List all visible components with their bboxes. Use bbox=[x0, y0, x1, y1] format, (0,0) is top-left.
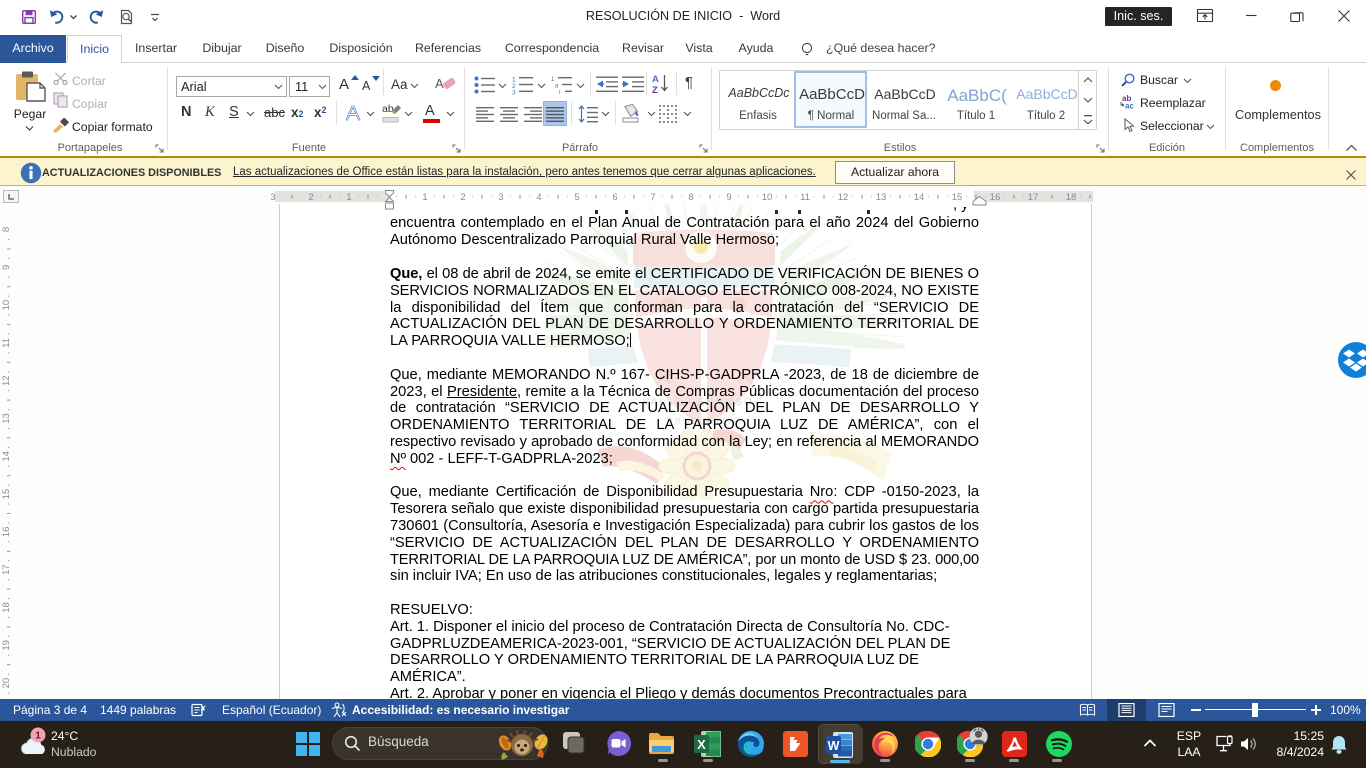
svg-text:15: 15 bbox=[952, 191, 963, 201]
svg-text:6: 6 bbox=[612, 191, 617, 201]
svg-text:A: A bbox=[435, 76, 444, 91]
svg-text:14: 14 bbox=[914, 191, 925, 201]
svg-text:W: W bbox=[828, 739, 840, 753]
svg-text:ac: ac bbox=[1125, 102, 1134, 110]
svg-text:1: 1 bbox=[551, 77, 555, 83]
svg-text:11: 11 bbox=[800, 191, 810, 201]
svg-text:Z: Z bbox=[652, 85, 658, 95]
svg-text:3: 3 bbox=[512, 90, 516, 96]
svg-text:12: 12 bbox=[1, 375, 12, 386]
svg-text:16: 16 bbox=[990, 191, 1001, 201]
svg-text:1: 1 bbox=[422, 191, 427, 201]
svg-text:3: 3 bbox=[270, 191, 275, 201]
svg-text:12: 12 bbox=[838, 191, 849, 201]
svg-text:20: 20 bbox=[1, 678, 12, 689]
svg-text:17: 17 bbox=[1028, 191, 1039, 201]
svg-text:8: 8 bbox=[688, 191, 693, 201]
svg-text:16: 16 bbox=[1, 527, 12, 538]
svg-text:5: 5 bbox=[574, 191, 579, 201]
svg-text:13: 13 bbox=[876, 191, 887, 201]
svg-text:a: a bbox=[555, 84, 559, 90]
svg-text:9: 9 bbox=[726, 191, 731, 201]
svg-text:ab: ab bbox=[382, 103, 394, 115]
svg-text:X: X bbox=[697, 737, 706, 752]
svg-text:4: 4 bbox=[536, 191, 541, 201]
svg-text:3: 3 bbox=[498, 191, 503, 201]
svg-text:2: 2 bbox=[308, 191, 313, 201]
svg-text:7: 7 bbox=[650, 191, 655, 201]
svg-text:2: 2 bbox=[460, 191, 465, 201]
svg-text:9: 9 bbox=[1, 265, 12, 270]
svg-text:19: 19 bbox=[1, 640, 12, 651]
svg-text:14: 14 bbox=[1, 451, 12, 462]
svg-text:17: 17 bbox=[1, 564, 12, 575]
svg-text:i: i bbox=[559, 90, 560, 95]
svg-text:18: 18 bbox=[1066, 191, 1077, 201]
svg-text:13: 13 bbox=[1, 413, 12, 424]
svg-text:10: 10 bbox=[762, 191, 773, 201]
svg-text:✘: ✘ bbox=[200, 704, 207, 713]
svg-text:10: 10 bbox=[1, 300, 12, 311]
svg-text:1: 1 bbox=[346, 191, 351, 201]
svg-text:8: 8 bbox=[1, 227, 12, 232]
svg-text:15: 15 bbox=[1, 489, 12, 500]
svg-text:1: 1 bbox=[35, 730, 41, 742]
svg-text:18: 18 bbox=[1, 602, 12, 613]
svg-text:A: A bbox=[652, 74, 659, 85]
svg-text:11: 11 bbox=[1, 338, 12, 348]
